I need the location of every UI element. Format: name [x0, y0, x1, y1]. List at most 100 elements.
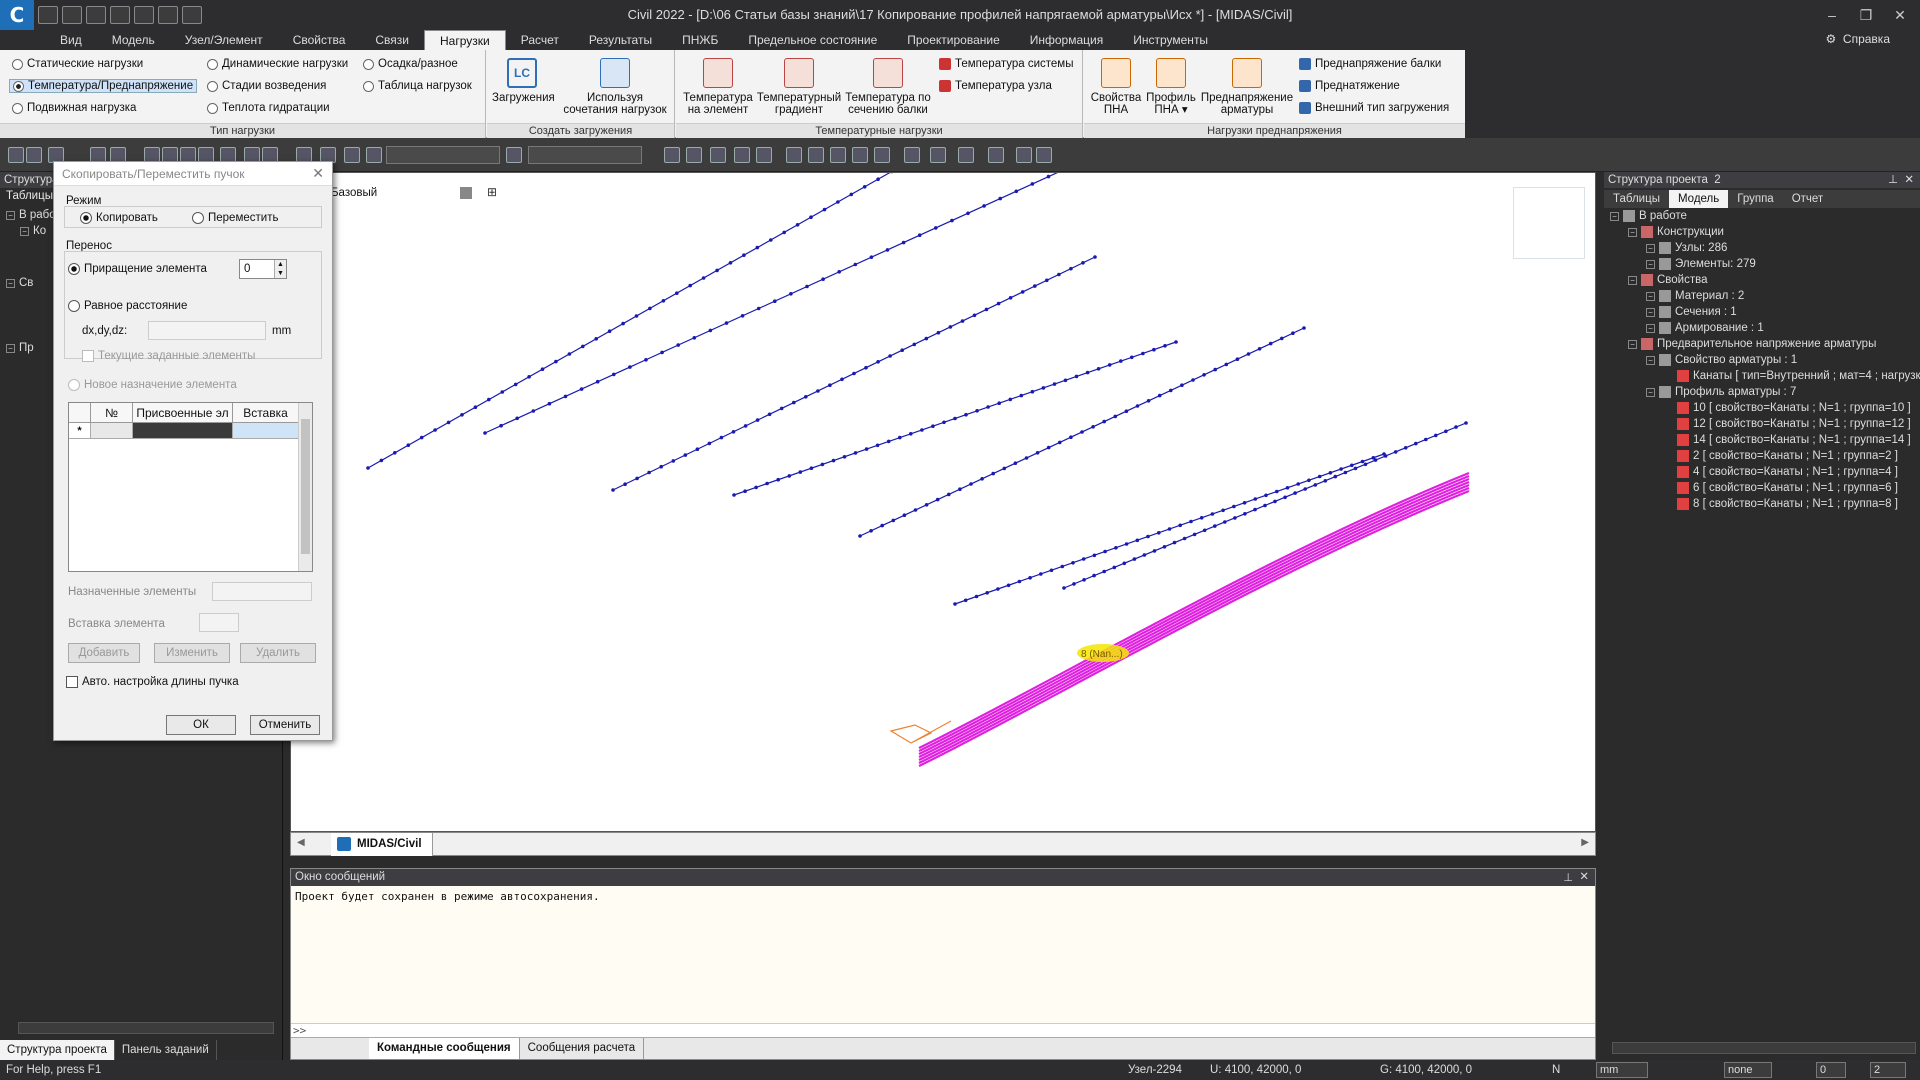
tab-midas-civil[interactable]: MIDAS/Civil: [331, 833, 433, 856]
toolbar-tool-icon[interactable]: [734, 147, 750, 163]
expand-icon[interactable]: −: [1646, 355, 1655, 365]
radio-equal-distance[interactable]: Равное расстояние: [68, 300, 187, 312]
tab-model[interactable]: Модель: [1668, 190, 1729, 208]
radio-dynamic-loads[interactable]: Динамические нагрузки: [207, 58, 348, 70]
assignment-grid[interactable]: № Присвоенные эл Вставка *: [68, 402, 313, 572]
left-tab-tables[interactable]: Таблицы: [6, 190, 53, 202]
model-tree-item[interactable]: − Свойство арматуры : 1: [1646, 354, 1797, 366]
toolbar-tool-icon[interactable]: [904, 147, 920, 163]
model-tree-item[interactable]: − Профиль арматуры : 7: [1646, 386, 1796, 398]
close-icon[interactable]: ✕: [312, 165, 324, 182]
model-tree-item[interactable]: − Узлы: 286: [1646, 242, 1727, 254]
toolbar-tool-icon[interactable]: [366, 147, 382, 163]
dxdydz-input[interactable]: [148, 321, 266, 340]
toolbar-tool-icon[interactable]: [756, 147, 772, 163]
grid-cell-insert[interactable]: [233, 423, 299, 439]
tab-task-panel[interactable]: Панель заданий: [115, 1040, 217, 1060]
grid-cell-assigned[interactable]: [133, 423, 233, 439]
left-tree-item[interactable]: − Пр: [6, 342, 34, 354]
grid-cell-number[interactable]: [91, 423, 133, 439]
model-tree-item[interactable]: Канаты [ тип=Внутренний ; мат=4 ; нагруз…: [1664, 370, 1920, 382]
expand-icon[interactable]: −: [1646, 291, 1655, 301]
expand-icon[interactable]: −: [1646, 323, 1655, 333]
tab-command-messages[interactable]: Командные сообщения: [369, 1038, 520, 1059]
minimize-button[interactable]: –: [1816, 4, 1848, 26]
pin-icon[interactable]: ⊥: [1888, 172, 1898, 188]
beam-prestress-button[interactable]: Преднапряжение балки: [1299, 58, 1441, 70]
beam-section-temperature-button[interactable]: Температура по сечению балки: [842, 58, 934, 116]
collapse-icon[interactable]: −: [6, 210, 15, 220]
grid-scrollbar[interactable]: [298, 403, 312, 571]
collapse-icon[interactable]: −: [6, 343, 15, 353]
radio-copy[interactable]: Копировать: [80, 212, 158, 224]
right-horizontal-scrollbar[interactable]: [1612, 1042, 1916, 1054]
toolbar-tool-icon[interactable]: [8, 147, 24, 163]
expand-icon[interactable]: −: [1610, 211, 1619, 221]
expand-icon[interactable]: −: [1628, 275, 1637, 285]
model-tree-item[interactable]: − Материал : 2: [1646, 290, 1744, 302]
toolbar-tool-icon[interactable]: [786, 147, 802, 163]
menu-5[interactable]: Нагрузки: [424, 30, 506, 50]
model-tree-item[interactable]: − Армирование : 1: [1646, 322, 1764, 334]
model-tree-item[interactable]: 2 [ свойство=Канаты ; N=1 ; группа=2 ]: [1664, 450, 1898, 462]
tendon-profile-button[interactable]: Профиль ПНА ▾: [1144, 58, 1198, 116]
expand-icon[interactable]: −: [1646, 387, 1655, 397]
toolbar-tool-icon[interactable]: [852, 147, 868, 163]
menu-4[interactable]: Связи: [360, 30, 424, 50]
node-temperature-button[interactable]: Температура узла: [939, 80, 1052, 92]
close-icon[interactable]: ✕: [1904, 172, 1914, 188]
toolbar-combo-1[interactable]: [386, 146, 500, 164]
model-tree-item[interactable]: 12 [ свойство=Канаты ; N=1 ; группа=12 ]: [1664, 418, 1911, 430]
menu-2[interactable]: Узел/Элемент: [170, 30, 278, 50]
tab-analysis-messages[interactable]: Сообщения расчета: [520, 1038, 645, 1059]
insert-element-input[interactable]: [199, 613, 239, 632]
left-tree-item[interactable]: − Ко: [20, 225, 46, 237]
radio-static-loads[interactable]: Статические нагрузки: [12, 58, 143, 70]
tab-group[interactable]: Группа: [1728, 190, 1782, 208]
toolbar-tool-icon[interactable]: [664, 147, 680, 163]
toolbar-tool-icon[interactable]: [808, 147, 824, 163]
model-tree-item[interactable]: − Конструкции: [1628, 226, 1724, 238]
toolbar-tool-icon[interactable]: [1016, 147, 1032, 163]
toolbar-tool-icon[interactable]: [344, 147, 360, 163]
unit-select[interactable]: mm: [1596, 1062, 1648, 1078]
ok-button[interactable]: ОК: [166, 715, 236, 735]
expand-icon[interactable]: −: [1628, 339, 1637, 349]
increment-spinner[interactable]: 0 ▲ ▼: [239, 259, 287, 279]
help-menu[interactable]: ⚙ Справка: [1825, 32, 1890, 46]
value-input-1[interactable]: 0: [1816, 1062, 1846, 1078]
gear-icon[interactable]: ⚙: [1825, 32, 1836, 46]
menu-11[interactable]: Информация: [1015, 30, 1118, 50]
radio-move[interactable]: Переместить: [192, 212, 278, 224]
tab-project-structure[interactable]: Структура проекта: [0, 1040, 115, 1060]
tab-scroll-right-icon[interactable]: ▶: [1581, 837, 1589, 848]
menu-1[interactable]: Модель: [97, 30, 170, 50]
left-horizontal-scrollbar[interactable]: [18, 1022, 274, 1034]
expand-icon[interactable]: −: [1628, 227, 1637, 237]
menu-3[interactable]: Свойства: [278, 30, 361, 50]
menu-9[interactable]: Предельное состояние: [733, 30, 892, 50]
model-tree-item[interactable]: − Сечения : 1: [1646, 306, 1737, 318]
expand-icon[interactable]: −: [1646, 259, 1655, 269]
system-temperature-button[interactable]: Температура системы: [939, 58, 1073, 70]
close-button[interactable]: ✕: [1884, 4, 1916, 26]
close-icon[interactable]: ✕: [1579, 869, 1589, 886]
radio-construction-stages[interactable]: Стадии возведения: [207, 80, 326, 92]
tendon-prestress-button[interactable]: Преднапряжение арматуры: [1198, 58, 1296, 116]
tendon-property-button[interactable]: Свойства ПНА: [1088, 58, 1144, 116]
model-tree-item[interactable]: − Элементы: 279: [1646, 258, 1756, 270]
toolbar-tool-icon[interactable]: [874, 147, 890, 163]
external-load-type-button[interactable]: Внешний тип загружения: [1299, 102, 1449, 114]
value-input-2[interactable]: 2: [1870, 1062, 1906, 1078]
delete-button[interactable]: Удалить: [240, 643, 316, 663]
change-button[interactable]: Изменить: [154, 643, 230, 663]
element-temperature-button[interactable]: Температура на элемент: [680, 58, 756, 116]
load-cases-button[interactable]: LC Загружения: [492, 58, 555, 104]
menu-6[interactable]: Расчет: [506, 30, 574, 50]
load-combinations-button[interactable]: Используя сочетания нагрузок: [559, 58, 671, 116]
model-tree-item[interactable]: 10 [ свойство=Канаты ; N=1 ; группа=10 ]: [1664, 402, 1911, 414]
collapse-icon[interactable]: −: [20, 226, 29, 236]
pin-icon[interactable]: ⊥: [1563, 870, 1573, 887]
radio-moving-load[interactable]: Подвижная нагрузка: [12, 102, 136, 114]
toolbar-tool-icon[interactable]: [1036, 147, 1052, 163]
